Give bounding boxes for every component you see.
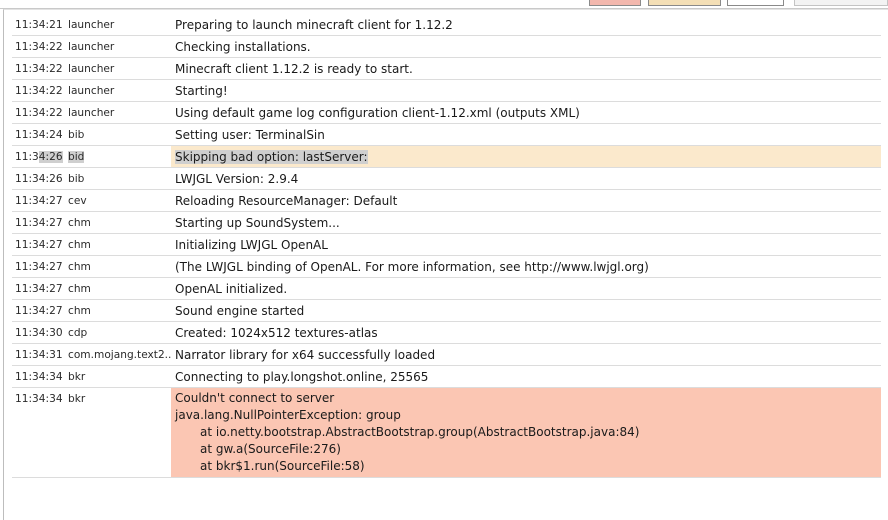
log-row[interactable]: 11:34:22 launcher Minecraft client 1.12.… xyxy=(12,58,881,80)
log-message: Starting up SoundSystem... xyxy=(175,216,340,230)
toolbar-button[interactable] xyxy=(727,0,784,6)
log-time: 11:34:30 xyxy=(15,327,63,339)
log-time: 11:34:27 xyxy=(15,305,63,317)
log-row[interactable]: 11:34:24 bib Setting user: TerminalSin xyxy=(12,124,881,146)
log-row-error[interactable]: 11:34:34 bkr Couldn't connect to server … xyxy=(12,388,881,478)
log-source: bkr xyxy=(68,371,86,383)
log-source: chm xyxy=(68,261,91,273)
log-message: Couldn't connect to server java.lang.Nul… xyxy=(171,388,881,477)
log-time: 11:34:31 xyxy=(15,349,63,361)
log-row[interactable]: 11:34:22 launcher Using default game log… xyxy=(12,102,881,124)
log-source: chm xyxy=(68,239,91,251)
log-source: cev xyxy=(68,195,87,207)
log-time-unselected: 11:3 xyxy=(15,151,39,163)
log-time: 11:34:26 xyxy=(12,146,65,167)
log-source: bid xyxy=(65,146,171,167)
log-list: 11:34:21 launcher Preparing to launch mi… xyxy=(12,14,881,478)
log-message: Reloading ResourceManager: Default xyxy=(175,194,398,208)
log-time-selected: 4:26 xyxy=(38,151,63,163)
log-time: 11:34:27 xyxy=(15,195,63,207)
log-time: 11:34:22 xyxy=(15,107,63,119)
log-source: com.mojang.text2... xyxy=(68,349,171,361)
log-row[interactable]: 11:34:22 launcher Checking installations… xyxy=(12,36,881,58)
log-source: bkr xyxy=(68,393,86,405)
log-row[interactable]: 11:34:27 chm Initializing LWJGL OpenAL xyxy=(12,234,881,256)
log-message: LWJGL Version: 2.9.4 xyxy=(175,172,299,186)
log-message-selected: Skipping bad option: lastServer: xyxy=(175,150,368,164)
log-source: chm xyxy=(68,305,91,317)
log-message: Connecting to play.longshot.online, 2556… xyxy=(175,370,429,384)
log-row[interactable]: 11:34:27 cev Reloading ResourceManager: … xyxy=(12,190,881,212)
error-message-line: Couldn't connect to server xyxy=(175,391,335,405)
log-source: launcher xyxy=(68,107,115,119)
toolbar-button-yellow[interactable] xyxy=(648,0,721,6)
log-source: cdp xyxy=(68,327,88,339)
log-message: Checking installations. xyxy=(175,40,311,54)
log-time: 11:34:27 xyxy=(15,217,63,229)
log-message: Narrator library for x64 successfully lo… xyxy=(175,348,436,362)
log-source: bib xyxy=(68,129,85,141)
game-log-panel[interactable]: 11:34:21 launcher Preparing to launch mi… xyxy=(3,9,888,520)
log-time: 11:34:26 xyxy=(15,173,63,185)
log-message: Preparing to launch minecraft client for… xyxy=(175,18,453,32)
toolbar-button-light[interactable] xyxy=(794,0,888,6)
log-row[interactable]: 11:34:27 chm Sound engine started xyxy=(12,300,881,322)
exception-line: java.lang.NullPointerException: group xyxy=(175,408,401,422)
log-message: Created: 1024x512 textures-atlas xyxy=(175,326,378,340)
log-message: Using default game log configuration cli… xyxy=(175,106,580,120)
log-source: launcher xyxy=(68,41,115,53)
log-time: 11:34:21 xyxy=(15,19,63,31)
log-message: Starting! xyxy=(175,84,228,98)
log-time: 11:34:22 xyxy=(15,85,63,97)
log-source-selected: bid xyxy=(68,151,85,163)
log-time: 11:34:27 xyxy=(15,283,63,295)
stacktrace-line: at gw.a(SourceFile:276) xyxy=(200,442,341,456)
log-time: 11:34:27 xyxy=(15,261,63,273)
log-message: Skipping bad option: lastServer: xyxy=(171,146,881,167)
log-source: launcher xyxy=(68,63,115,75)
log-row[interactable]: 11:34:22 launcher Starting! xyxy=(12,80,881,102)
log-source: launcher xyxy=(68,85,115,97)
log-time: 11:34:24 xyxy=(15,129,63,141)
log-row[interactable]: 11:34:27 chm OpenAL initialized. xyxy=(12,278,881,300)
log-source: launcher xyxy=(68,19,115,31)
log-row[interactable]: 11:34:21 launcher Preparing to launch mi… xyxy=(12,14,881,36)
log-message: Initializing LWJGL OpenAL xyxy=(175,238,328,252)
log-source: bib xyxy=(68,173,85,185)
log-time: 11:34:22 xyxy=(15,41,63,53)
log-source: chm xyxy=(68,283,91,295)
log-row-warning[interactable]: 11:34:26 bid Skipping bad option: lastSe… xyxy=(12,146,881,168)
log-message: OpenAL initialized. xyxy=(175,282,288,296)
log-row[interactable]: 11:34:27 chm (The LWJGL binding of OpenA… xyxy=(12,256,881,278)
toolbar-button-red[interactable] xyxy=(589,0,641,6)
log-time: 11:34:34 xyxy=(15,371,63,383)
log-row[interactable]: 11:34:27 chm Starting up SoundSystem... xyxy=(12,212,881,234)
stacktrace-line: at io.netty.bootstrap.AbstractBootstrap.… xyxy=(200,425,640,439)
log-time: 11:34:22 xyxy=(15,63,63,75)
stacktrace-line: at bkr$1.run(SourceFile:58) xyxy=(200,459,365,473)
log-time: 11:34:27 xyxy=(15,239,63,251)
log-source: chm xyxy=(68,217,91,229)
top-toolbar xyxy=(0,0,888,9)
log-row[interactable]: 11:34:26 bib LWJGL Version: 2.9.4 xyxy=(12,168,881,190)
log-message: (The LWJGL binding of OpenAL. For more i… xyxy=(175,260,649,274)
log-message: Setting user: TerminalSin xyxy=(175,128,325,142)
log-row[interactable]: 11:34:34 bkr Connecting to play.longshot… xyxy=(12,366,881,388)
log-message: Minecraft client 1.12.2 is ready to star… xyxy=(175,62,413,76)
log-message: Sound engine started xyxy=(175,304,305,318)
log-time: 11:34:34 xyxy=(15,393,63,405)
log-row[interactable]: 11:34:31 com.mojang.text2... Narrator li… xyxy=(12,344,881,366)
log-row[interactable]: 11:34:30 cdp Created: 1024x512 textures-… xyxy=(12,322,881,344)
